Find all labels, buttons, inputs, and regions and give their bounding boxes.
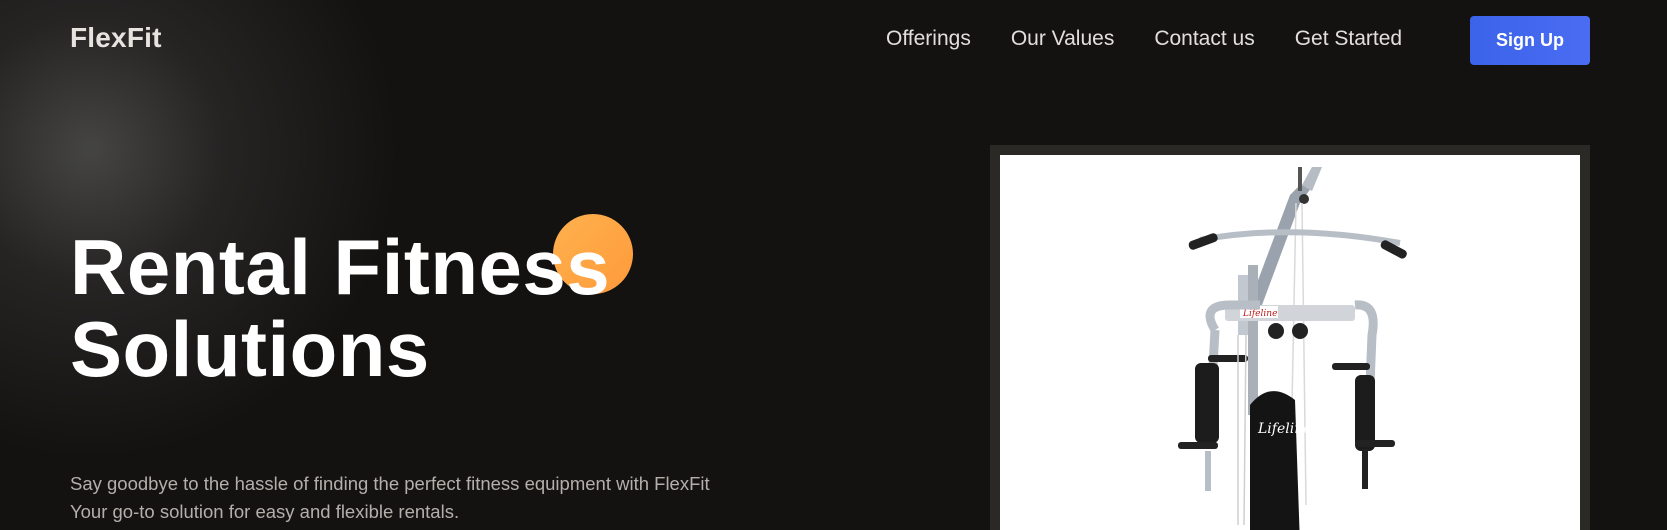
hero-subtitle-line-1: Say goodbye to the hassle of finding the… — [70, 472, 710, 494]
product-brand-label: Lifeline — [1242, 309, 1277, 319]
navbar: FlexFit Offerings Our Values Contact us … — [0, 0, 1667, 82]
hero-title: Rental Fitness Solutions — [70, 226, 610, 390]
seat-brand-label: Lifeline — [1257, 421, 1312, 437]
landing-page: FlexFit Offerings Our Values Contact us … — [0, 0, 1667, 530]
sign-up-button[interactable]: Sign Up — [1470, 16, 1590, 65]
home-gym-image: Lifeline Lifeline — [1000, 155, 1580, 530]
nav-link-offerings[interactable]: Offerings — [886, 27, 971, 51]
nav-link-get-started[interactable]: Get Started — [1295, 27, 1402, 51]
hero-title-line-2: Solutions — [70, 305, 430, 393]
product-image-frame: Lifeline Lifeline — [990, 145, 1590, 530]
brand-logo[interactable]: FlexFit — [70, 22, 162, 54]
nav-link-our-values[interactable]: Our Values — [1011, 27, 1115, 51]
nav-link-contact-us[interactable]: Contact us — [1154, 27, 1254, 51]
hero-subtitle-line-2: Your go-to solution for easy and flexibl… — [70, 500, 460, 522]
hero-subtitle: Say goodbye to the hassle of finding the… — [70, 470, 830, 526]
home-gym-illustration: Lifeline Lifeline — [1178, 167, 1407, 530]
nav-links: Offerings Our Values Contact us Get Star… — [886, 27, 1402, 51]
hero-title-line-1: Rental Fitness — [70, 223, 611, 311]
